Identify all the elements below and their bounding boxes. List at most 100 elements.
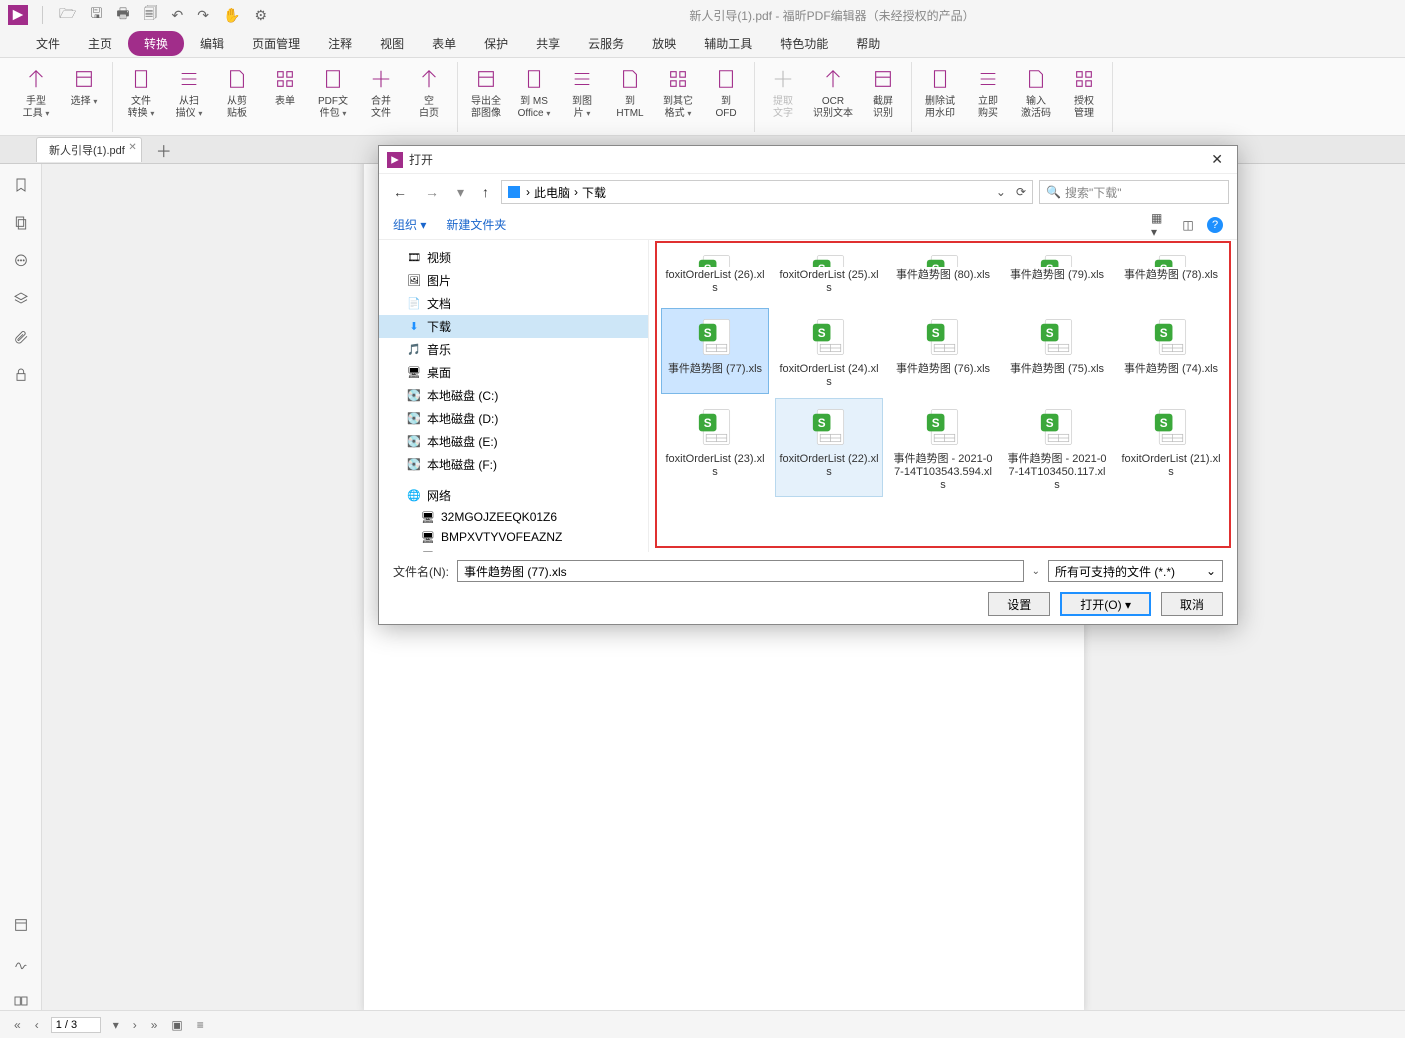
last-page-icon[interactable]: » xyxy=(149,1018,160,1032)
nav-forward-icon[interactable]: → xyxy=(419,184,445,200)
ribbon-授权管理[interactable]: 授权 管理 xyxy=(1066,62,1102,120)
location-bar[interactable]: › 此电脑 › 下载 ⌄ ⟳ xyxy=(501,180,1033,204)
menu-保护[interactable]: 保护 xyxy=(472,31,520,56)
ribbon-空白页[interactable]: 空 白页 xyxy=(411,62,447,120)
tree-文档[interactable]: 📄文档 xyxy=(379,292,648,315)
file-filter-dropdown[interactable]: 所有可支持的文件 (*.*)⌄ xyxy=(1048,560,1223,582)
tree-视频[interactable]: 🎞视频 xyxy=(379,246,648,269)
file-foxitOrderList (21).xls[interactable]: S foxitOrderList (21).xls xyxy=(1117,398,1225,497)
ribbon-PDF文件包[interactable]: PDF文 件包 ▾ xyxy=(315,62,351,120)
reflow-icon[interactable]: ≡ xyxy=(195,1018,206,1032)
ribbon-从扫描仪[interactable]: 从扫 描仪 ▾ xyxy=(171,62,207,120)
tree-本地磁盘 (F:)[interactable]: 💽本地磁盘 (F:) xyxy=(379,453,648,476)
menu-特色功能[interactable]: 特色功能 xyxy=(768,31,840,56)
ribbon-选择[interactable]: 选择 ▾ xyxy=(66,62,102,108)
ribbon-到图片[interactable]: 到图 片 ▾ xyxy=(564,62,600,120)
tree-32MGOJZEEQK01Z6[interactable]: 🖥32MGOJZEEQK01Z6 xyxy=(379,507,648,527)
menu-主页[interactable]: 主页 xyxy=(76,31,124,56)
breadcrumb-1[interactable]: 下载 xyxy=(582,184,606,201)
ribbon-从剪贴板[interactable]: 从剪 贴板 xyxy=(219,62,255,120)
layers-icon[interactable] xyxy=(12,290,30,308)
prev-page-icon[interactable]: ‹ xyxy=(33,1018,41,1032)
tree-图片[interactable]: 🖼图片 xyxy=(379,269,648,292)
menu-帮助[interactable]: 帮助 xyxy=(844,31,892,56)
file-事件趋势图 (77).xls[interactable]: S 事件趋势图 (77).xls xyxy=(661,308,769,394)
file-foxitOrderList (26).xls[interactable]: S foxitOrderList (26).xls xyxy=(661,244,769,300)
bookmark-icon[interactable] xyxy=(12,176,30,194)
tree-本地磁盘 (C:)[interactable]: 💽本地磁盘 (C:) xyxy=(379,384,648,407)
file-事件趋势图 (75).xls[interactable]: S 事件趋势图 (75).xls xyxy=(1003,308,1111,394)
pages-icon[interactable] xyxy=(12,214,30,232)
file-事件趋势图 (78).xls[interactable]: S 事件趋势图 (78).xls xyxy=(1117,244,1225,300)
menu-转换[interactable]: 转换 xyxy=(128,31,184,56)
qat-hand-icon[interactable]: ✋ xyxy=(223,7,240,24)
page-number-input[interactable] xyxy=(51,1017,101,1033)
page-dropdown-icon[interactable]: ▾ xyxy=(111,1018,121,1032)
menu-文件[interactable]: 文件 xyxy=(24,31,72,56)
menu-页面管理[interactable]: 页面管理 xyxy=(240,31,312,56)
new-tab-button[interactable]: ＋ xyxy=(146,138,182,162)
next-page-icon[interactable]: › xyxy=(131,1018,139,1032)
ribbon-导出全部图像[interactable]: 导出全 部图像 xyxy=(468,62,504,120)
cancel-button[interactable]: 取消 xyxy=(1161,592,1223,616)
view-mode-icon[interactable]: ▦ ▾ xyxy=(1151,216,1169,234)
tree-下载[interactable]: ⬇下载 xyxy=(379,315,648,338)
ribbon-表单[interactable]: 表单 xyxy=(267,62,303,108)
help-icon[interactable]: ? xyxy=(1207,217,1223,233)
qat-undo-icon[interactable]: ↶ xyxy=(172,7,184,24)
ribbon-删除试用水印[interactable]: 删除试 用水印 xyxy=(922,62,958,120)
qat-copy-icon[interactable]: 🗐 xyxy=(144,3,158,27)
file-事件趋势图 - 2021-07-14T103450.117.xls[interactable]: S 事件趋势图 - 2021-07-14T103450.117.xls xyxy=(1003,398,1111,497)
ribbon-到 MSOffice[interactable]: 到 MS Office ▾ xyxy=(516,62,552,120)
nav-recent-icon[interactable]: ▾ xyxy=(451,184,470,201)
tree-本地磁盘 (D:)[interactable]: 💽本地磁盘 (D:) xyxy=(379,407,648,430)
location-dropdown-icon[interactable]: ⌄ xyxy=(996,185,1006,199)
qat-print-icon[interactable]: 🖶 xyxy=(116,3,129,27)
qat-settings-icon[interactable]: ⚙ xyxy=(254,7,267,24)
tree-本地磁盘 (E:)[interactable]: 💽本地磁盘 (E:) xyxy=(379,430,648,453)
comments-icon[interactable] xyxy=(12,252,30,270)
tree-桌面[interactable]: 🖥桌面 xyxy=(379,361,648,384)
qat-redo-icon[interactable]: ↷ xyxy=(197,7,209,24)
compare-icon[interactable] xyxy=(12,992,30,1010)
ribbon-到HTML[interactable]: 到 HTML xyxy=(612,62,648,120)
search-box[interactable]: 🔍 搜索"下载" xyxy=(1039,180,1229,204)
file-事件趋势图 (79).xls[interactable]: S 事件趋势图 (79).xls xyxy=(1003,244,1111,300)
menu-编辑[interactable]: 编辑 xyxy=(188,31,236,56)
first-page-icon[interactable]: « xyxy=(12,1018,23,1032)
menu-辅助工具[interactable]: 辅助工具 xyxy=(692,31,764,56)
refresh-icon[interactable]: ⟳ xyxy=(1016,185,1026,199)
file-事件趋势图 (80).xls[interactable]: S 事件趋势图 (80).xls xyxy=(889,244,997,300)
fit-page-icon[interactable]: ▣ xyxy=(169,1018,184,1032)
tree-网络[interactable]: 🌐网络 xyxy=(379,484,648,507)
file-foxitOrderList (23).xls[interactable]: S foxitOrderList (23).xls xyxy=(661,398,769,497)
organize-button[interactable]: 组织 ▾ xyxy=(393,216,426,233)
new-folder-button[interactable]: 新建文件夹 xyxy=(446,216,506,233)
ribbon-文件转换[interactable]: 文件 转换 ▾ xyxy=(123,62,159,120)
filename-dropdown-icon[interactable]: ⌄ xyxy=(1032,566,1040,577)
ribbon-立即购买[interactable]: 立即 购买 xyxy=(970,62,1006,120)
menu-表单[interactable]: 表单 xyxy=(420,31,468,56)
open-button[interactable]: 打开(O) ▾ xyxy=(1060,592,1151,616)
fields-icon[interactable] xyxy=(12,916,30,934)
nav-up-icon[interactable]: ↑ xyxy=(476,184,495,200)
ribbon-合并文件[interactable]: 合并 文件 xyxy=(363,62,399,120)
dialog-close-icon[interactable]: ✕ xyxy=(1205,151,1229,168)
file-事件趋势图 (74).xls[interactable]: S 事件趋势图 (74).xls xyxy=(1117,308,1225,394)
document-tab[interactable]: 新人引导(1).pdf ✕ xyxy=(36,137,142,162)
menu-视图[interactable]: 视图 xyxy=(368,31,416,56)
ribbon-OCR识别文本[interactable]: OCR 识别文本 xyxy=(813,62,853,120)
ribbon-到其它格式[interactable]: 到其它 格式 ▾ xyxy=(660,62,696,120)
tree-BMPXVTYVOFEAZNZ[interactable]: 🖥BMPXVTYVOFEAZNZ xyxy=(379,527,648,547)
preview-pane-icon[interactable]: ◫ xyxy=(1179,216,1197,234)
ribbon-截屏识别[interactable]: 截屏 识别 xyxy=(865,62,901,120)
file-foxitOrderList (25).xls[interactable]: S foxitOrderList (25).xls xyxy=(775,244,883,300)
file-foxitOrderList (22).xls[interactable]: S foxitOrderList (22).xls xyxy=(775,398,883,497)
attachment-icon[interactable] xyxy=(12,328,30,346)
breadcrumb-0[interactable]: 此电脑 xyxy=(534,184,570,201)
menu-云服务[interactable]: 云服务 xyxy=(576,31,636,56)
tab-close-icon[interactable]: ✕ xyxy=(128,142,136,153)
ribbon-到OFD[interactable]: 到 OFD xyxy=(708,62,744,120)
qat-save-icon[interactable]: 🖫 xyxy=(90,3,102,27)
qat-open-icon[interactable]: 🗁 xyxy=(59,3,76,27)
